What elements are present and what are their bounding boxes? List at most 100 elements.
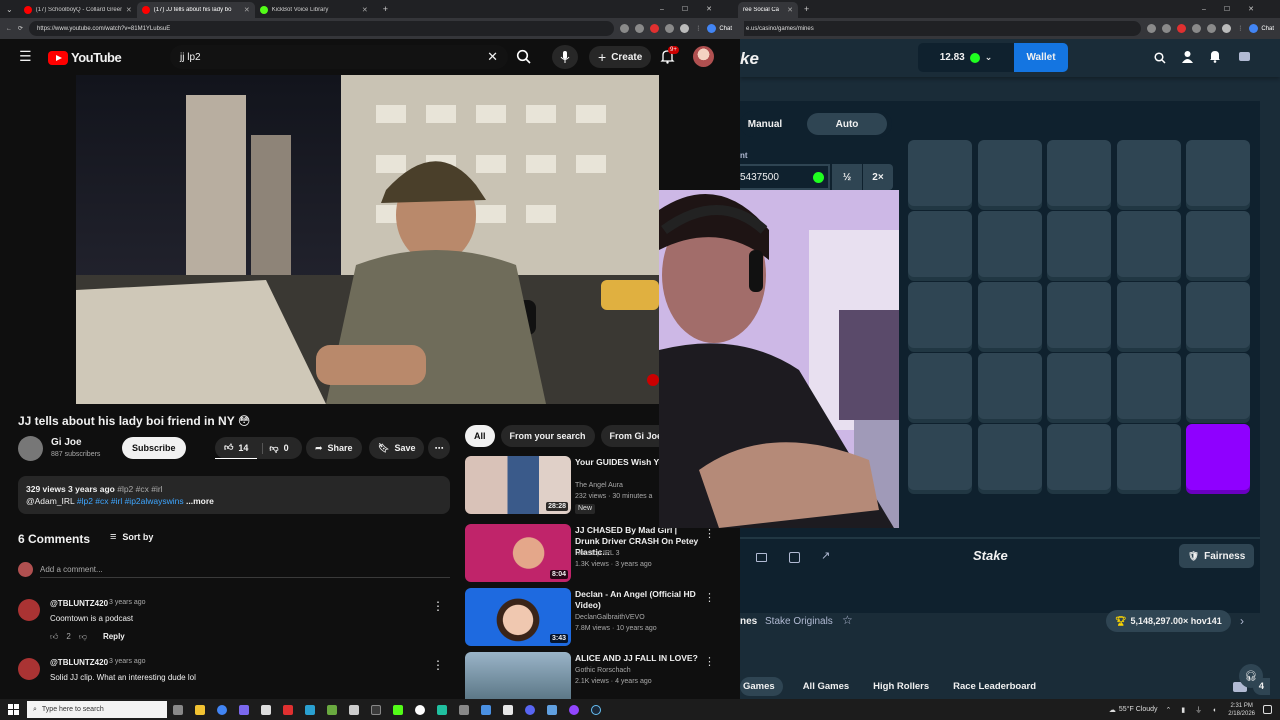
video-description[interactable]: 329 views 3 years ago #lp2 #cx #irl @Ada… xyxy=(18,476,450,514)
file-explorer-icon[interactable] xyxy=(195,704,205,715)
microphone-icon[interactable] xyxy=(552,45,578,69)
app-icon[interactable] xyxy=(437,704,447,715)
tray-icons[interactable]: ⌃ ▮ ⏚ ◖ xyxy=(1166,705,1221,715)
auto-tab[interactable]: Auto xyxy=(807,113,887,135)
taskbar-search-input[interactable]: ⌕ Type here to search xyxy=(27,701,167,718)
tab-jj-video[interactable]: (17) JJ tells about his lady bo ✕ xyxy=(136,2,255,18)
comment-dislike-icon[interactable]: 👎︎ xyxy=(79,632,87,642)
app-icon[interactable] xyxy=(393,704,403,715)
record-badge[interactable]: 🏆︎ 5,148,297.00× hov141 xyxy=(1106,610,1231,632)
bell-icon[interactable] xyxy=(1209,50,1221,68)
like-button[interactable]: 👍︎ 14 xyxy=(215,437,258,459)
mine-tile[interactable] xyxy=(977,211,1042,277)
hamburger-menu-icon[interactable]: ☰ xyxy=(19,48,32,65)
add-comment-input[interactable]: Add a comment... xyxy=(40,565,450,578)
weather-widget[interactable]: ☁ 55°F Cloudy xyxy=(1109,706,1158,714)
mine-tile[interactable] xyxy=(908,424,972,490)
app-icon[interactable] xyxy=(459,704,469,715)
mine-tile-revealed-gem[interactable] xyxy=(1186,424,1250,490)
theatre-mode-icon[interactable] xyxy=(756,553,767,562)
mine-tile[interactable] xyxy=(1116,140,1181,206)
chevron-right-icon[interactable]: › xyxy=(1240,614,1244,628)
more-icon[interactable]: ⋮ xyxy=(695,25,701,32)
mine-tile[interactable] xyxy=(1047,282,1111,348)
chat-button[interactable]: Chat xyxy=(707,24,732,33)
tab-race-leaderboard[interactable]: Race Leaderboard xyxy=(953,681,1036,692)
mine-tile[interactable] xyxy=(1116,424,1181,490)
reply-button[interactable]: Reply xyxy=(103,632,125,642)
mine-tile[interactable] xyxy=(908,353,972,419)
back-icon[interactable]: ← xyxy=(6,26,12,32)
search-icon[interactable] xyxy=(516,49,532,70)
mine-tile[interactable] xyxy=(908,282,972,348)
reload-icon[interactable]: ⟳ xyxy=(18,25,23,32)
extension-icon[interactable] xyxy=(1207,24,1217,33)
mine-tile[interactable] xyxy=(1186,211,1250,277)
profile-icon[interactable] xyxy=(1222,24,1232,33)
live-support-icon[interactable]: 🎧︎ xyxy=(1239,664,1263,688)
bet-amount-input[interactable]: 5437500 xyxy=(740,164,830,190)
comment-more-icon[interactable]: ⋮ xyxy=(432,658,444,672)
mine-tile[interactable] xyxy=(1116,353,1181,419)
search-icon[interactable] xyxy=(1154,51,1166,69)
steam-icon[interactable] xyxy=(591,704,601,715)
app-icon[interactable] xyxy=(239,704,249,715)
mine-tile[interactable] xyxy=(977,140,1042,206)
comment-like-icon[interactable]: 👍︎ xyxy=(50,632,58,642)
window-controls[interactable]: –☐✕ xyxy=(1202,5,1272,13)
comment-author[interactable]: @TBLUNTZ420 xyxy=(50,658,108,667)
chip-all[interactable]: All xyxy=(465,425,495,447)
app-icon[interactable] xyxy=(349,704,359,715)
profile-icon[interactable] xyxy=(680,24,690,33)
save-button[interactable]: 🔖︎ Save xyxy=(369,437,425,459)
mine-tile[interactable] xyxy=(1186,282,1250,348)
extension-icon[interactable] xyxy=(635,24,645,33)
app-icon[interactable] xyxy=(305,704,315,715)
app-icon[interactable] xyxy=(415,704,425,715)
task-view-icon[interactable] xyxy=(173,704,183,715)
tab-all-games[interactable]: All Games xyxy=(803,681,849,692)
window-controls[interactable]: –☐✕ xyxy=(660,5,730,13)
video-more-icon[interactable]: ⋮ xyxy=(704,655,715,668)
stake-logo[interactable]: ke xyxy=(740,49,759,69)
app-icon[interactable] xyxy=(525,704,535,715)
sort-by-button[interactable]: ≡ Sort by xyxy=(110,531,153,543)
extension-icon[interactable] xyxy=(1162,24,1172,33)
mine-tile[interactable] xyxy=(1186,140,1250,206)
suggested-video[interactable]: ALICE AND JJ FALL IN LOVE? Gothic Rorsch… xyxy=(465,652,720,699)
create-button[interactable]: + Create xyxy=(589,46,652,68)
new-tab-icon[interactable]: + xyxy=(383,4,388,14)
balance-selector[interactable]: 12.83 ⌄ xyxy=(918,43,1014,72)
chat-icon[interactable] xyxy=(1239,52,1250,61)
extension-icon[interactable] xyxy=(650,24,660,33)
tab-menu-icon[interactable]: ⌄ xyxy=(6,5,13,14)
tab-stake[interactable]: ree Social Ca ✕ xyxy=(738,2,798,18)
mine-tile[interactable] xyxy=(1047,424,1111,490)
extension-icon[interactable] xyxy=(665,24,675,33)
extension-icon[interactable] xyxy=(1177,24,1187,33)
mine-tile[interactable] xyxy=(1116,211,1181,277)
mine-tile[interactable] xyxy=(977,424,1042,490)
video-player[interactable] xyxy=(76,75,659,404)
chrome-icon[interactable] xyxy=(217,704,227,715)
double-bet-button[interactable]: 2× xyxy=(863,164,893,190)
close-tab-icon[interactable]: ✕ xyxy=(244,6,250,14)
tab-schoolboy[interactable]: (17) SchoolboyQ - Collard Green ✕ xyxy=(19,2,137,18)
suggested-video[interactable]: 3:43 Declan - An Angel (Official HD Vide… xyxy=(465,588,720,646)
app-icon[interactable] xyxy=(283,704,293,715)
windows-start-icon[interactable] xyxy=(8,704,19,715)
manual-tab[interactable]: Manual xyxy=(740,113,790,135)
comment-more-icon[interactable]: ⋮ xyxy=(432,599,444,613)
game-provider[interactable]: Stake Originals xyxy=(765,616,833,627)
mine-tile[interactable] xyxy=(1116,282,1181,348)
video-more-icon[interactable]: ⋮ xyxy=(704,527,715,540)
video-more-icon[interactable]: ⋮ xyxy=(704,591,715,604)
channel-avatar[interactable] xyxy=(18,436,43,461)
chip-from-search[interactable]: From your search xyxy=(500,425,595,447)
notifications-icon[interactable] xyxy=(1263,705,1272,714)
wallet-button[interactable]: Wallet xyxy=(1014,43,1068,72)
app-icon[interactable] xyxy=(261,704,271,715)
account-avatar[interactable] xyxy=(693,46,714,67)
clear-search-icon[interactable]: ✕ xyxy=(487,49,498,65)
app-icon[interactable] xyxy=(569,704,579,715)
